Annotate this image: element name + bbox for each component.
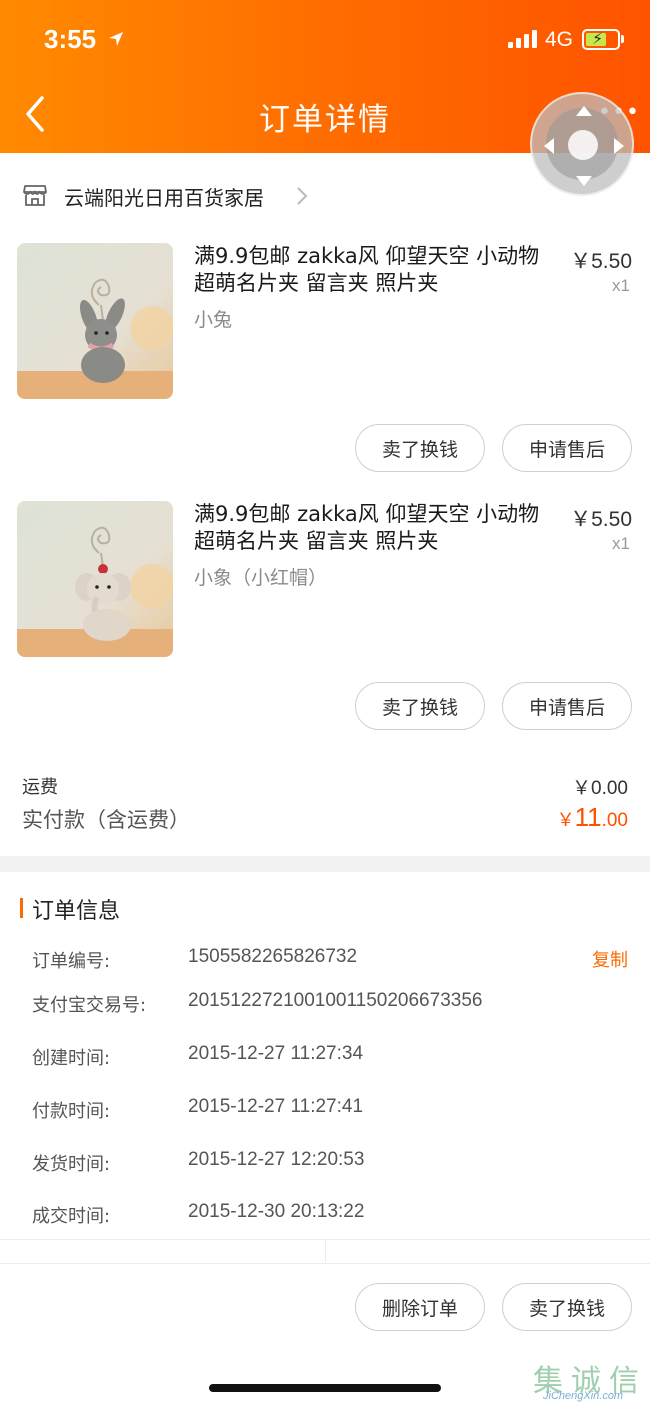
chevron-right-icon — [297, 187, 308, 205]
section-separator — [0, 856, 650, 872]
status-bar: 3:55 4G ⚡ — [0, 0, 650, 80]
shipping-fee-value: ￥0.00 — [572, 778, 628, 799]
store-icon — [23, 185, 47, 206]
sell-for-cash-button[interactable]: 卖了换钱 — [355, 424, 485, 472]
watermark-logo: 集 诚 信 JiChengXin.com — [533, 1356, 648, 1404]
rabbit-figurine-image — [17, 243, 173, 399]
copy-button[interactable]: 复制 — [592, 946, 628, 972]
watermark-url: JiChengXin.com — [543, 1390, 624, 1402]
amount-decimal: .00 — [601, 810, 628, 831]
alipay-trade-number-label: 支付宝交易号: — [32, 995, 147, 1016]
order-number-value: 1505582265826732 — [188, 946, 358, 967]
currency-symbol: ￥ — [556, 810, 575, 830]
shop-row[interactable]: 云端阳光日用百货家居 — [0, 168, 650, 222]
product-thumbnail[interactable] — [17, 243, 173, 399]
home-indicator[interactable] — [209, 1384, 441, 1392]
product-sku: 小象（小红帽） — [194, 567, 328, 589]
product-sku: 小兔 — [194, 309, 233, 331]
completed-time-label: 成交时间: — [32, 1206, 111, 1227]
amount-integer: 11 — [574, 802, 602, 832]
paid-time-value: 2015-12-27 11:27:41 — [188, 1096, 364, 1117]
shipping-fee-label: 运费 — [22, 777, 58, 798]
order-item[interactable]: 满9.9包邮 zakka风 仰望天空 小动物超萌名片夹 留言夹 照片夹 小象（小… — [0, 501, 650, 741]
product-thumbnail[interactable] — [17, 501, 173, 657]
created-time-value: 2015-12-27 11:27:34 — [188, 1043, 364, 1064]
charging-bolt-icon: ⚡ — [592, 29, 604, 48]
amount-paid-label: 实付款（含运费） — [22, 808, 190, 832]
delete-order-button[interactable]: 删除订单 — [355, 1283, 485, 1331]
divider — [325, 1240, 326, 1262]
status-time: 3:55 — [44, 24, 97, 54]
location-arrow-icon — [109, 32, 123, 46]
product-price: ￥5.50 — [570, 250, 632, 273]
shipped-time-value: 2015-12-27 12:20:53 — [188, 1149, 365, 1170]
elephant-figurine-image — [17, 501, 173, 657]
after-sales-button[interactable]: 申请售后 — [502, 682, 632, 730]
paid-time-label: 付款时间: — [32, 1101, 111, 1122]
product-quantity: x1 — [612, 534, 630, 553]
completed-time-value: 2015-12-30 20:13:22 — [188, 1201, 365, 1222]
cellular-signal-icon — [508, 30, 537, 48]
after-sales-button[interactable]: 申请售后 — [502, 424, 632, 472]
shop-name: 云端阳光日用百货家居 — [64, 186, 264, 210]
network-type: 4G — [545, 28, 574, 51]
shipped-time-label: 发货时间: — [32, 1154, 111, 1175]
product-quantity: x1 — [612, 276, 630, 295]
created-time-label: 创建时间: — [32, 1048, 111, 1069]
product-price: ￥5.50 — [570, 508, 632, 531]
bottom-bar-divider — [0, 1263, 650, 1264]
product-title[interactable]: 满9.9包邮 zakka风 仰望天空 小动物超萌名片夹 留言夹 照片夹 — [194, 501, 544, 555]
sell-for-cash-button[interactable]: 卖了换钱 — [355, 682, 485, 730]
order-number-label: 订单编号: — [32, 951, 111, 972]
sell-for-cash-button[interactable]: 卖了换钱 — [502, 1283, 632, 1331]
product-title[interactable]: 满9.9包邮 zakka风 仰望天空 小动物超萌名片夹 留言夹 照片夹 — [194, 243, 544, 297]
order-info-title: 订单信息 — [32, 899, 121, 924]
order-item[interactable]: 满9.9包邮 zakka风 仰望天空 小动物超萌名片夹 留言夹 照片夹 小兔 ￥… — [0, 243, 650, 483]
amount-paid-value: ￥11.00 — [557, 802, 628, 833]
section-accent-bar — [20, 898, 23, 918]
alipay-trade-number-value: 2015122721001001150206673356 — [188, 990, 483, 1011]
